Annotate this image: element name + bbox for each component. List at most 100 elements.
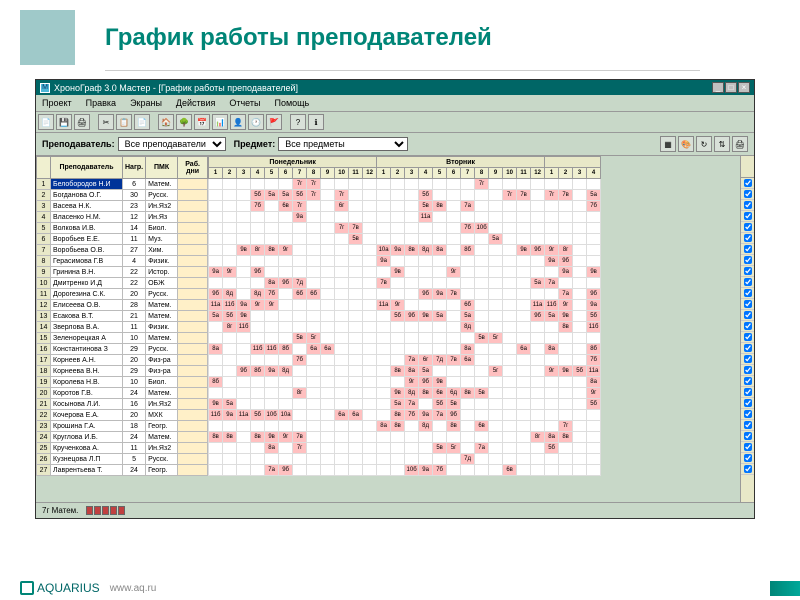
grid-row[interactable]: 5б5а5а5б7г7г5б7г7в7г7в5а bbox=[209, 190, 601, 201]
calendar-icon[interactable]: 📅 bbox=[194, 114, 210, 130]
row-check[interactable] bbox=[741, 222, 754, 233]
grid-row[interactable]: 8б9г9б9в8а bbox=[209, 377, 601, 388]
grid-row[interactable]: 7г7г7г bbox=[209, 179, 601, 190]
person-icon[interactable]: 👤 bbox=[230, 114, 246, 130]
file-icon[interactable]: 📄 bbox=[38, 114, 54, 130]
menu-2[interactable]: Экраны bbox=[126, 97, 166, 109]
teacher-row[interactable]: 19Королева Н.В.10Биол. bbox=[37, 377, 208, 388]
grid-row[interactable]: 7б6в7г6г5в8в7а7б bbox=[209, 201, 601, 212]
close-button[interactable]: × bbox=[738, 82, 750, 93]
grid-row[interactable]: 7а9б10б9а7б6в bbox=[209, 465, 601, 476]
teacher-row[interactable]: 9Гринина В.Н.22Истор. bbox=[37, 267, 208, 278]
teacher-row[interactable]: 17Корнеев А.Н.20Физ-ра bbox=[37, 355, 208, 366]
grid-row[interactable]: 5а5б9в5б9б9в5а5а9б5а9в5б bbox=[209, 311, 601, 322]
row-check[interactable] bbox=[741, 442, 754, 453]
teacher-row[interactable]: 8Герасимова Г.В4Физик. bbox=[37, 256, 208, 267]
row-check[interactable] bbox=[741, 244, 754, 255]
teacher-row[interactable]: 22Кочерова Е.А.20МХК bbox=[37, 410, 208, 421]
copy-icon[interactable]: 📋 bbox=[116, 114, 132, 130]
grid-row[interactable]: 8а11б11б8б6а6а8а6а8а8б bbox=[209, 344, 601, 355]
grid-row[interactable]: 7д bbox=[209, 454, 601, 465]
teacher-row[interactable]: 2Богданова О.Г.30Русск. bbox=[37, 190, 208, 201]
grid-row[interactable]: 5в5а bbox=[209, 234, 601, 245]
print-icon[interactable]: 🖨 bbox=[74, 114, 90, 130]
grid-row[interactable]: 8в8в8в9в9г7в8г8а8в bbox=[209, 432, 601, 443]
teacher-row[interactable]: 20Коротов Г.В.24Матем. bbox=[37, 388, 208, 399]
grid-row[interactable]: 5в5г5в5г bbox=[209, 333, 601, 344]
grid-row[interactable]: 7г7в7б10б bbox=[209, 223, 601, 234]
schedule-grid-panel[interactable]: ПонедельникВторник1234567891011121234567… bbox=[208, 156, 740, 506]
teacher-row[interactable]: 7Воробьева О.В.27Хим. bbox=[37, 245, 208, 256]
row-check[interactable] bbox=[741, 332, 754, 343]
row-check[interactable] bbox=[741, 354, 754, 365]
teacher-row[interactable]: 13Есакова В.Т.21Матем. bbox=[37, 311, 208, 322]
minimize-button[interactable]: _ bbox=[712, 82, 724, 93]
grid-row[interactable]: 9б8б9а8д8в8а5а5г9г9в5б11а bbox=[209, 366, 601, 377]
grid-row[interactable]: 8г9в8д8в6в6д8в5в9г bbox=[209, 388, 601, 399]
menu-0[interactable]: Проект bbox=[38, 97, 76, 109]
grid-row[interactable]: 8а7г5в5г7а5б bbox=[209, 443, 601, 454]
chart-icon[interactable]: 📊 bbox=[212, 114, 228, 130]
grid-row[interactable]: 9а9г9б9в9г9а9в bbox=[209, 267, 601, 278]
row-check[interactable] bbox=[741, 387, 754, 398]
row-check[interactable] bbox=[741, 431, 754, 442]
teacher-row[interactable]: 21Косынова Л.И.16Ин.Яз2 bbox=[37, 399, 208, 410]
row-check[interactable] bbox=[741, 420, 754, 431]
cut-icon[interactable]: ✂ bbox=[98, 114, 114, 130]
schedule-grid[interactable]: ПонедельникВторник1234567891011121234567… bbox=[208, 156, 601, 476]
row-check[interactable] bbox=[741, 453, 754, 464]
filter-color-icon[interactable]: 🎨 bbox=[678, 136, 694, 152]
grid-row[interactable]: 11б9а11а5б10б10а6а6а8в7б9а7а9б bbox=[209, 410, 601, 421]
teacher-row[interactable]: 16Константинова З29Русск. bbox=[37, 344, 208, 355]
teacher-row[interactable]: 27Лаврентьева Т.24Геогр. bbox=[37, 465, 208, 476]
teacher-row[interactable]: 11Дорогезина С.К.20Русск. bbox=[37, 289, 208, 300]
flag-icon[interactable]: 🚩 bbox=[266, 114, 282, 130]
teacher-row[interactable]: 3Васева Н.К.23Ин.Яз2 bbox=[37, 201, 208, 212]
menu-5[interactable]: Помощь bbox=[270, 97, 313, 109]
grid-row[interactable]: 8а8в8д8в6в7г bbox=[209, 421, 601, 432]
menu-4[interactable]: Отчеты bbox=[225, 97, 264, 109]
row-check[interactable] bbox=[741, 178, 754, 189]
teacher-row[interactable]: 26Кузнецова Л.П5Русск. bbox=[37, 454, 208, 465]
row-check[interactable] bbox=[741, 321, 754, 332]
clock-icon[interactable]: 🕐 bbox=[248, 114, 264, 130]
filter-refresh-icon[interactable]: ↻ bbox=[696, 136, 712, 152]
grid-row[interactable]: 8г11б8д8в11б bbox=[209, 322, 601, 333]
filter-print-icon[interactable]: 🖨 bbox=[732, 136, 748, 152]
tree-icon[interactable]: 🌳 bbox=[176, 114, 192, 130]
teacher-row[interactable]: 18Корнеева В.Н.29Физ-ра bbox=[37, 366, 208, 377]
row-check[interactable] bbox=[741, 266, 754, 277]
teacher-row[interactable]: 10Дмитренко И.Д22ОБЖ bbox=[37, 278, 208, 289]
menu-3[interactable]: Действия bbox=[172, 97, 219, 109]
row-check[interactable] bbox=[741, 409, 754, 420]
teacher-row[interactable]: 15Зеленорецкая А10Матем. bbox=[37, 333, 208, 344]
row-check[interactable] bbox=[741, 200, 754, 211]
row-check[interactable] bbox=[741, 365, 754, 376]
row-check[interactable] bbox=[741, 299, 754, 310]
teacher-row[interactable]: 6Воробьев Е.Е.11Муз. bbox=[37, 234, 208, 245]
row-check[interactable] bbox=[741, 288, 754, 299]
row-check[interactable] bbox=[741, 343, 754, 354]
home-icon[interactable]: 🏠 bbox=[158, 114, 174, 130]
help-icon[interactable]: ? bbox=[290, 114, 306, 130]
paste-icon[interactable]: 📄 bbox=[134, 114, 150, 130]
row-check[interactable] bbox=[741, 464, 754, 475]
teacher-row[interactable]: 23Крошина Г.А.18Геогр. bbox=[37, 421, 208, 432]
row-check[interactable] bbox=[741, 255, 754, 266]
filter-grid-icon[interactable]: ▦ bbox=[660, 136, 676, 152]
maximize-button[interactable]: □ bbox=[725, 82, 737, 93]
row-check[interactable] bbox=[741, 376, 754, 387]
grid-row[interactable]: 9в8г8в9г10а9а8в8д8а8б9в9б9г8г bbox=[209, 245, 601, 256]
row-check[interactable] bbox=[741, 310, 754, 321]
row-check[interactable] bbox=[741, 211, 754, 222]
teacher-row[interactable]: 24Круглова И.Б.24Матем. bbox=[37, 432, 208, 443]
teacher-row[interactable]: 5Волкова И.В.14Биол. bbox=[37, 223, 208, 234]
teacher-row[interactable]: 14Зверлова В.А.11Физик. bbox=[37, 322, 208, 333]
grid-row[interactable]: 9а11а bbox=[209, 212, 601, 223]
teacher-row[interactable]: 1Белобородов Н.И6Матем. bbox=[37, 179, 208, 190]
grid-row[interactable]: 9в5а5а7а5б5в5б bbox=[209, 399, 601, 410]
teacher-row[interactable]: 25Крученкова А.11Ин.Яз2 bbox=[37, 443, 208, 454]
filter-sort-icon[interactable]: ⇅ bbox=[714, 136, 730, 152]
about-icon[interactable]: ℹ bbox=[308, 114, 324, 130]
grid-row[interactable]: 9а9а9б bbox=[209, 256, 601, 267]
